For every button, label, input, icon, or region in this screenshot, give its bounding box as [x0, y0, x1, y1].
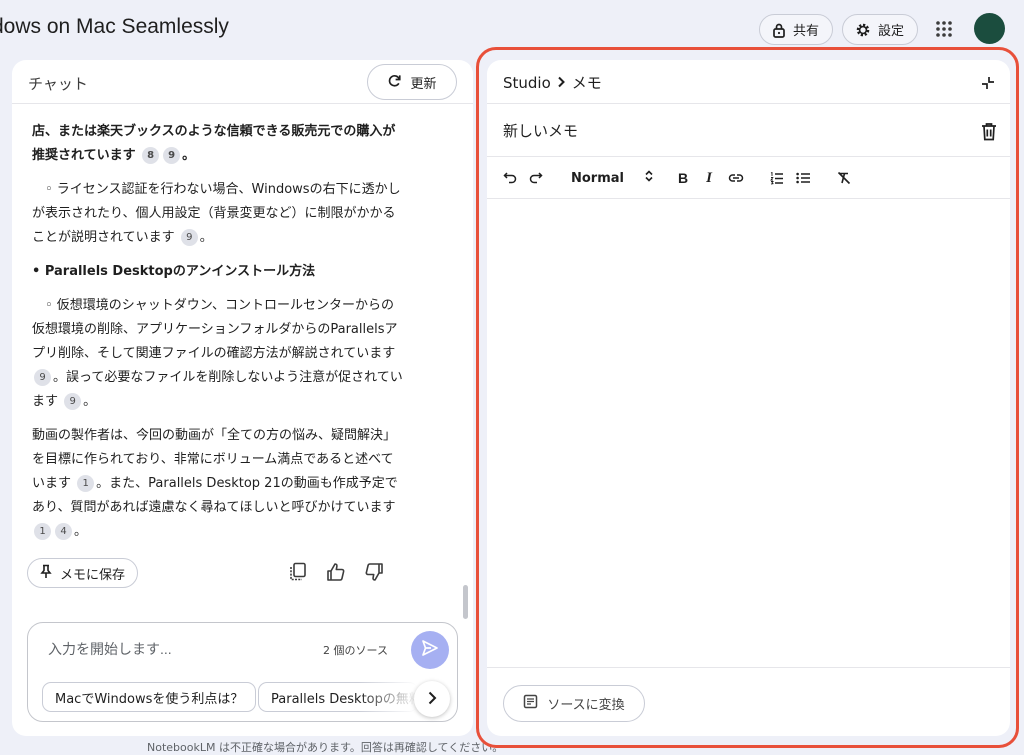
save-to-memo-button[interactable]: メモに保存 — [27, 558, 139, 588]
suggestion-fade — [358, 681, 418, 713]
paragraph-tail: 。 — [83, 394, 97, 409]
citation-badge[interactable]: 1 — [77, 475, 95, 492]
trash-icon[interactable] — [978, 120, 1000, 142]
lock-icon — [772, 22, 786, 38]
breadcrumb-memo: メモ — [571, 74, 602, 92]
chevron-right-icon — [557, 74, 566, 92]
response-paragraph: 動画の製作者は、今回の動画が「全ての方の悩み、疑問解決」を目標に作られており、非… — [32, 424, 404, 544]
citation-badge[interactable]: 9 — [64, 393, 82, 410]
chat-panel: チャット 更新 店、または楽天ブックスのような信頼できる販売元での購入が推奨され… — [12, 60, 473, 736]
italic-icon[interactable]: I — [699, 168, 719, 188]
paragraph-text: 店、または楽天ブックスのような信頼できる販売元での購入が推奨されています — [32, 124, 396, 163]
chat-input[interactable] — [48, 637, 308, 661]
paragraph-tail: 。 — [199, 230, 213, 245]
link-icon[interactable] — [726, 168, 746, 188]
page-title: dows on Mac Seamlessly — [0, 15, 229, 38]
paragraph-text: ◦ 仮想環境のシャットダウン、コントロールセンターからの仮想環境の削除、アプリケ… — [32, 298, 398, 361]
share-button[interactable]: 共有 — [759, 14, 834, 45]
convert-to-source-label: ソースに変換 — [547, 698, 625, 713]
send-button[interactable] — [411, 631, 449, 669]
clear-format-icon[interactable] — [834, 168, 854, 188]
gear-icon — [855, 22, 871, 38]
avatar[interactable] — [974, 13, 1005, 44]
thumbs-down-icon[interactable] — [362, 560, 386, 584]
collapse-icon[interactable] — [978, 73, 998, 93]
citation-badge[interactable]: 1 — [34, 523, 51, 540]
citation-badge[interactable]: 8 — [142, 147, 160, 164]
editor-toolbar: Normal B I — [487, 157, 1010, 199]
chat-response: 店、または楽天ブックスのような信頼できる販売元での購入が推奨されています 8 9。… — [32, 120, 404, 554]
chat-input-box: 2 個のソース MacでWindowsを使う利点は？ Parallels Des… — [27, 622, 458, 722]
memo-title[interactable]: 新しいメモ — [503, 120, 578, 141]
studio-header: Studio メモ — [487, 60, 1010, 104]
response-paragraph: ◦ 仮想環境のシャットダウン、コントロールセンターからの仮想環境の削除、アプリケ… — [32, 294, 404, 414]
chevron-right-icon — [427, 690, 437, 709]
citation-badge[interactable]: 9 — [34, 369, 51, 386]
citation-badge[interactable]: 4 — [55, 523, 72, 540]
thumbs-up-icon[interactable] — [324, 560, 348, 584]
document-icon — [523, 694, 538, 713]
convert-to-source-button[interactable]: ソースに変換 — [503, 685, 645, 722]
apps-grid-icon[interactable] — [936, 21, 952, 37]
paragraph-tail: 。 — [74, 524, 88, 539]
response-paragraph: 店、または楽天ブックスのような信頼できる販売元での購入が推奨されています 8 9。 — [32, 120, 404, 168]
settings-label: 設定 — [878, 24, 905, 39]
refresh-button[interactable]: 更新 — [367, 64, 457, 100]
numbered-list-icon[interactable] — [767, 168, 787, 188]
memo-title-row: 新しいメモ — [487, 104, 1010, 157]
source-count: 2 個のソース — [323, 644, 388, 657]
redo-icon[interactable] — [526, 168, 546, 188]
pin-icon — [40, 564, 52, 583]
send-icon — [421, 639, 439, 661]
bold-icon[interactable]: B — [673, 168, 693, 188]
bullet-list-icon[interactable] — [793, 168, 813, 188]
share-label: 共有 — [793, 24, 820, 39]
updown-chevron-icon — [645, 170, 653, 186]
suggestion-chip[interactable]: MacでWindowsを使う利点は？ — [42, 682, 257, 712]
chat-header: チャット 更新 — [12, 60, 473, 104]
text-format-select[interactable]: Normal — [571, 168, 653, 188]
breadcrumb: Studio メモ — [503, 72, 602, 93]
save-to-memo-label: メモに保存 — [60, 567, 126, 583]
response-paragraph: ◦ ライセンス認証を行わない場合、Windowsの右下に透かしが表示されたり、個… — [32, 178, 404, 250]
refresh-label: 更新 — [410, 76, 437, 92]
memo-editor[interactable] — [487, 199, 1010, 667]
text-format-value: Normal — [571, 170, 624, 186]
next-suggestions-button[interactable] — [414, 681, 450, 717]
response-heading: • Parallels Desktopのアンインストール方法 — [32, 264, 316, 279]
undo-icon[interactable] — [500, 168, 520, 188]
studio-panel: Studio メモ 新しいメモ Normal B I ソースに変換 — [487, 60, 1010, 736]
paragraph-text: ◦ ライセンス認証を行わない場合、Windowsの右下に透かしが表示されたり、個… — [32, 182, 401, 245]
studio-footer: ソースに変換 — [487, 667, 1010, 736]
disclaimer-note: NotebookLM は不正確な場合があります。回答は再確認してください。 — [147, 741, 504, 754]
citation-badge[interactable]: 9 — [180, 229, 198, 246]
refresh-icon — [387, 73, 402, 92]
citation-badge[interactable]: 9 — [163, 147, 181, 164]
copy-icon[interactable] — [286, 560, 310, 584]
breadcrumb-studio[interactable]: Studio — [503, 74, 551, 92]
chat-scrollbar[interactable] — [463, 585, 468, 619]
chat-title: チャット — [28, 75, 88, 93]
settings-button[interactable]: 設定 — [842, 14, 919, 45]
paragraph-tail: 。 — [182, 148, 196, 163]
